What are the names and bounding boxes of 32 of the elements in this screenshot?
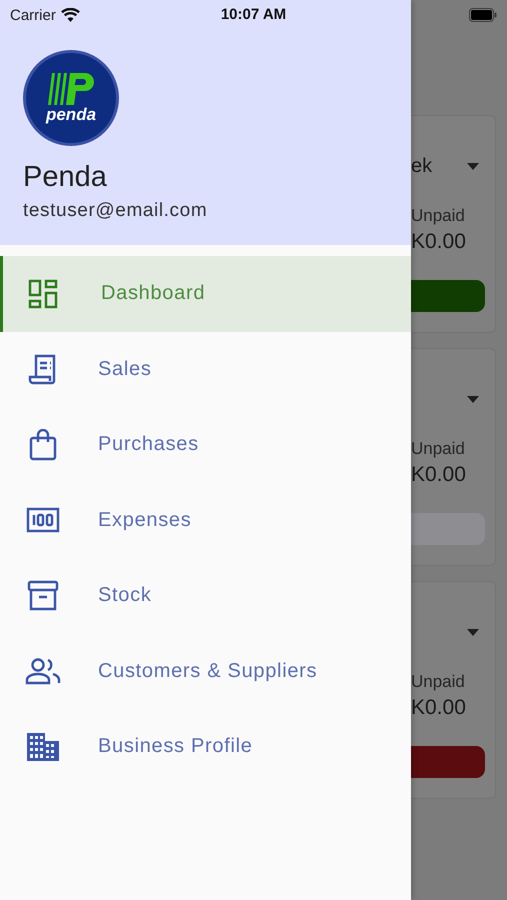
shopping-bag-icon xyxy=(29,428,57,461)
amount-value: K0.00 xyxy=(411,696,467,720)
unpaid-label: Unpaid xyxy=(411,206,466,226)
account-email: testuser@email.com xyxy=(23,200,208,222)
drawer-menu-item[interactable]: Expenses xyxy=(0,482,411,558)
carrier-label: Carrier xyxy=(10,6,56,24)
stripes-p-icon xyxy=(48,73,94,105)
drawer-menu-item[interactable]: Business Profile xyxy=(0,709,411,784)
building-icon xyxy=(26,732,60,762)
dropdown-caret-icon[interactable] xyxy=(467,162,479,170)
unpaid-label: Unpaid xyxy=(411,439,466,459)
period-label: ek xyxy=(411,154,432,178)
wifi-icon xyxy=(60,8,80,22)
banknote-icon xyxy=(26,507,60,534)
people-icon xyxy=(25,657,61,686)
amount-value: K0.00 xyxy=(411,230,467,254)
dropdown-caret-icon[interactable] xyxy=(467,396,479,402)
status-time: 10:07 AM xyxy=(220,6,288,23)
receipt-icon xyxy=(28,353,58,386)
drawer-menu-item[interactable]: Dashboard xyxy=(0,256,411,332)
dropdown-caret-icon[interactable] xyxy=(467,628,479,636)
archive-box-icon xyxy=(27,580,59,612)
drawer-menu-item[interactable]: Stock xyxy=(0,558,411,634)
account-name: Penda xyxy=(23,160,108,194)
drawer-menu-item[interactable]: Customers & Suppliers xyxy=(0,634,411,709)
amount-value: K0.00 xyxy=(411,463,467,487)
drawer-menu-item[interactable]: Purchases xyxy=(0,407,411,482)
battery-icon xyxy=(469,8,497,22)
dashboard-icon xyxy=(28,278,58,309)
unpaid-label: Unpaid xyxy=(411,672,466,692)
drawer-menu-item[interactable]: Sales xyxy=(0,332,411,407)
logo-wordmark: penda xyxy=(46,106,96,123)
